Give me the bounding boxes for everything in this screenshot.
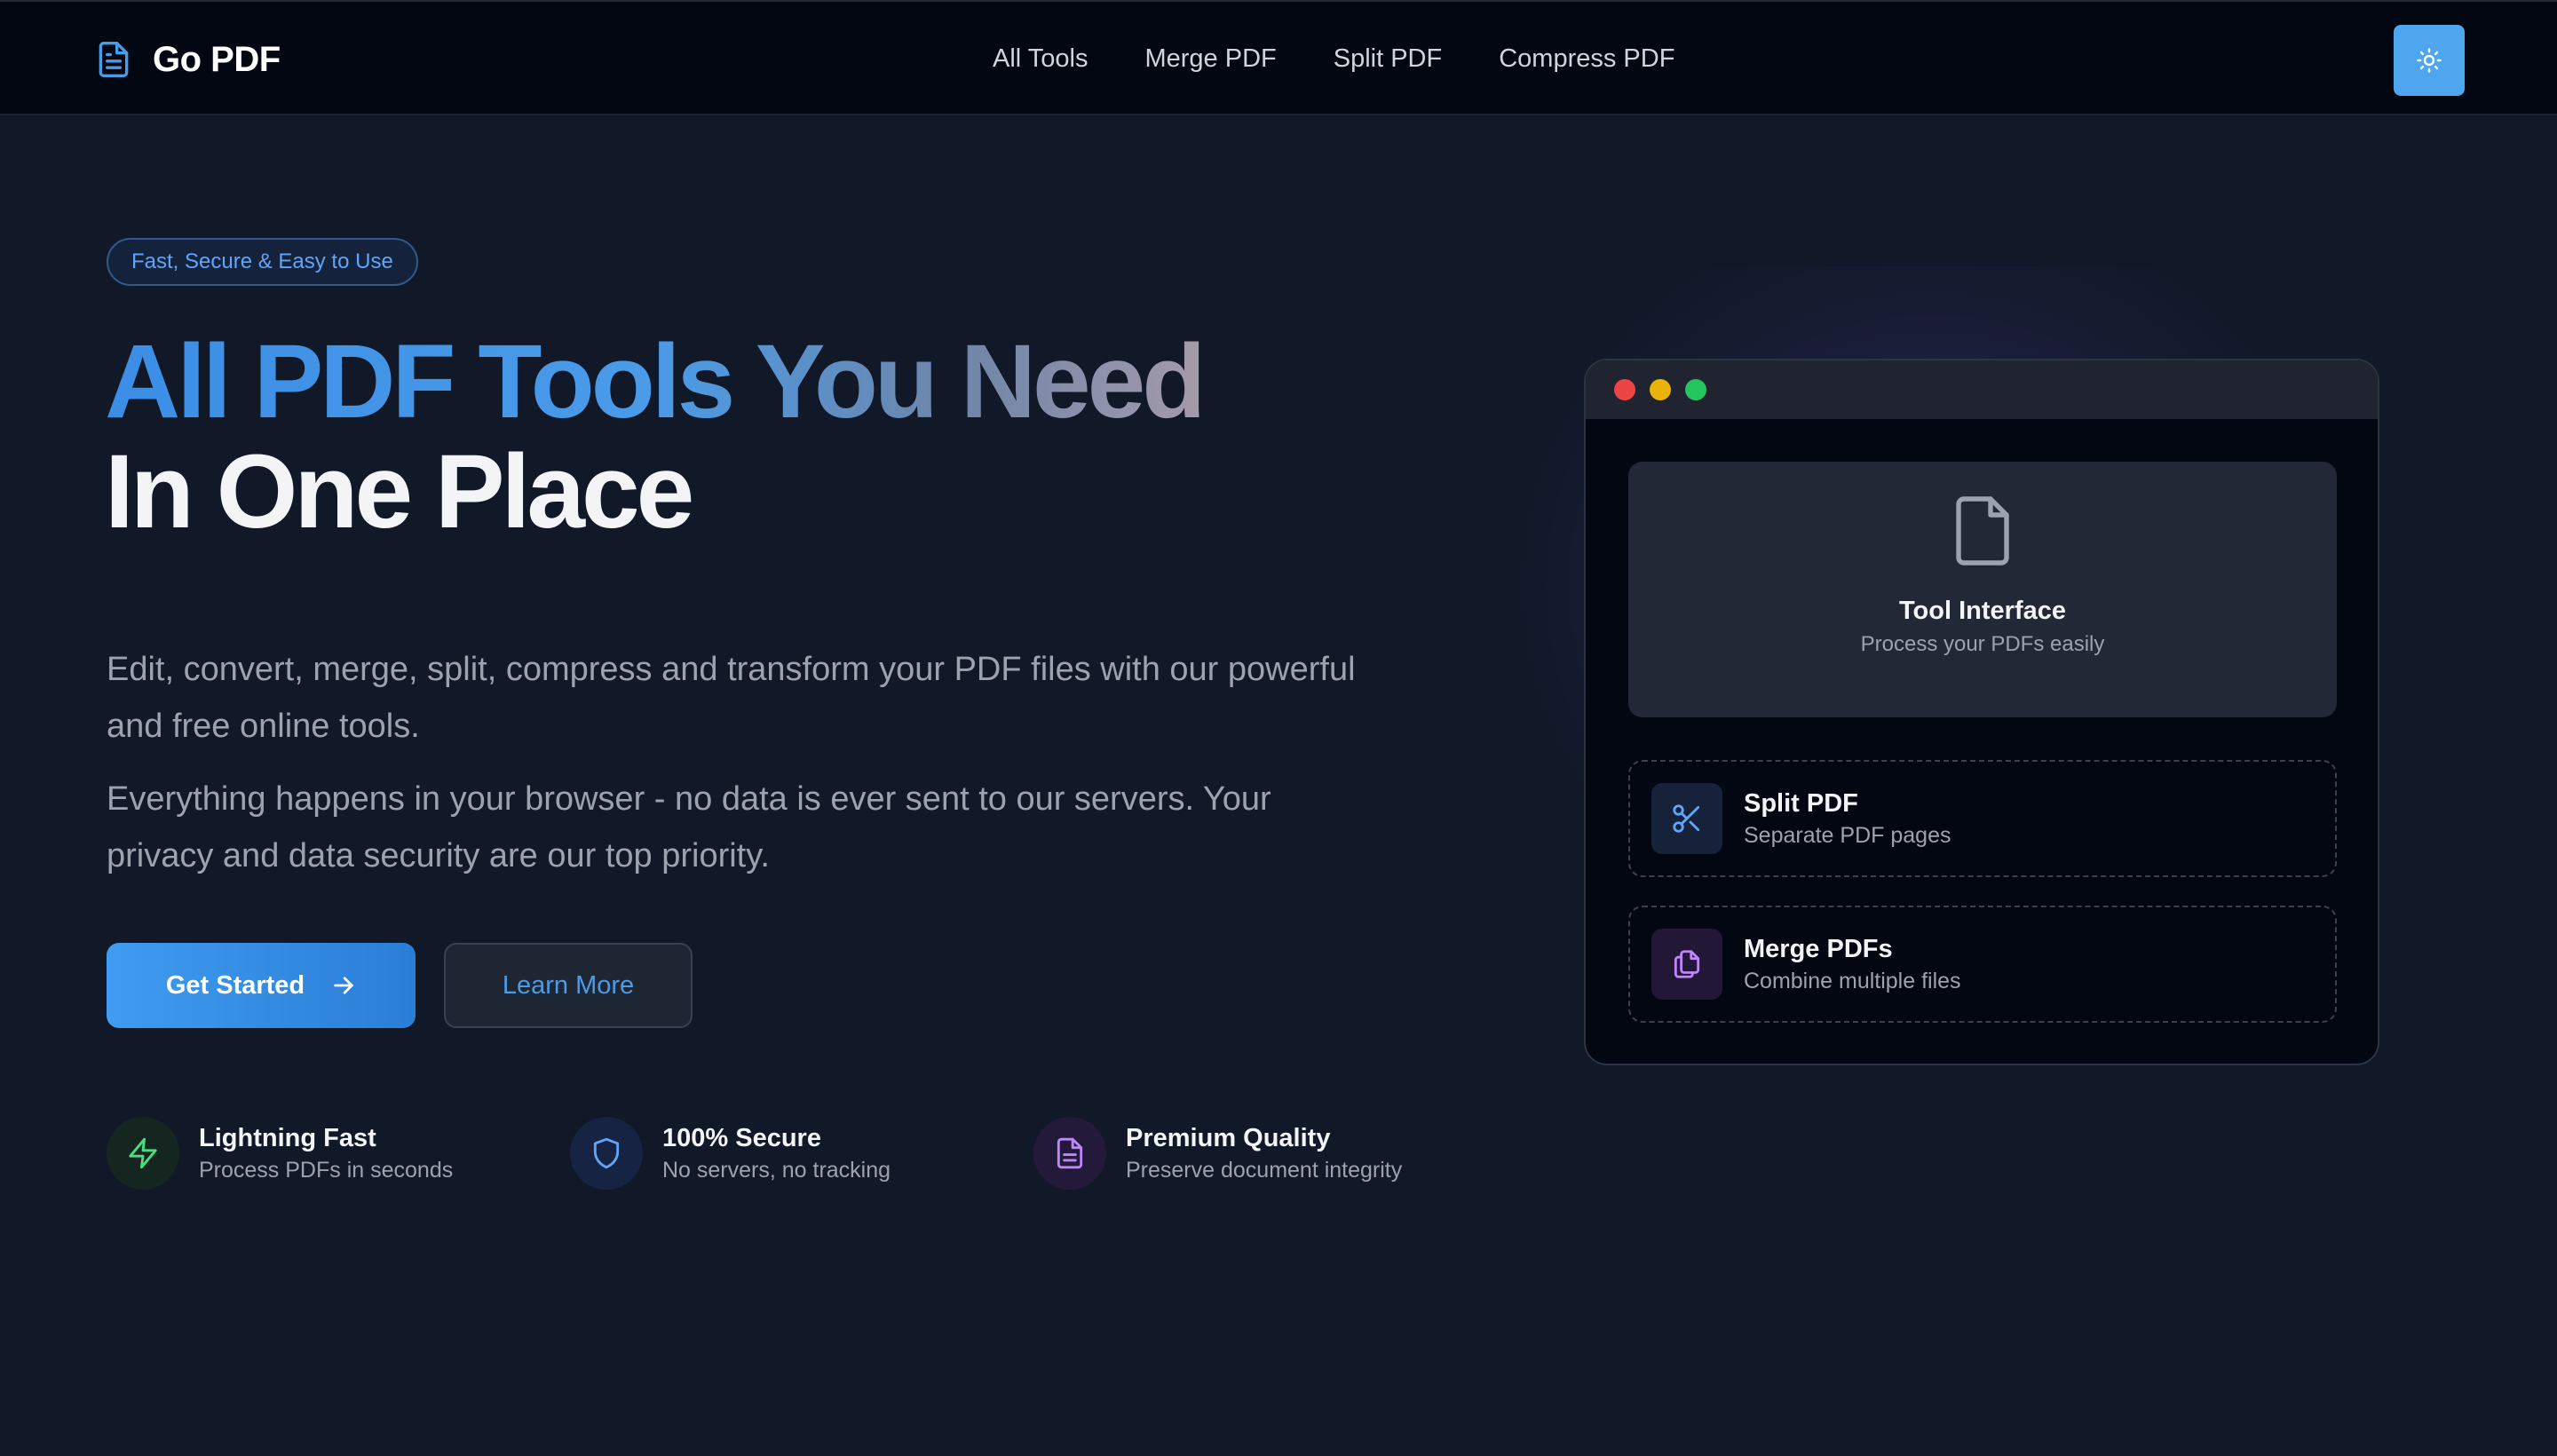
card-title: Split PDF	[1744, 789, 1858, 818]
hero-description: Edit, convert, merge, split, compress an…	[107, 651, 1356, 745]
feature-title: 100% Secure	[662, 1124, 821, 1152]
hero-title-line1: All PDF Tools You Need	[105, 323, 1206, 440]
feature-subtitle: No servers, no tracking	[662, 1158, 891, 1183]
get-started-label: Get Started	[165, 970, 305, 1000]
feature-title: Lightning Fast	[199, 1124, 376, 1152]
theme-toggle-button[interactable]	[2394, 25, 2465, 96]
hero-badge: Fast, Secure & Easy to Use	[107, 238, 418, 286]
split-pdf-card[interactable]: Split PDF Separate PDF pages	[1628, 760, 2337, 877]
feature-title: Premium Quality	[1126, 1124, 1331, 1152]
file-text-icon	[99, 42, 129, 77]
window-close-dot	[1614, 379, 1635, 400]
nav-compress-pdf[interactable]: Compress PDF	[1499, 44, 1674, 74]
window-maximize-dot	[1685, 379, 1706, 400]
get-started-button[interactable]: Get Started	[107, 943, 416, 1028]
learn-more-label: Learn More	[502, 970, 635, 1000]
shield-icon	[570, 1117, 643, 1190]
card-title: Merge PDFs	[1744, 935, 1893, 963]
sun-icon	[2417, 48, 2442, 73]
feature-secure: 100% Secure No servers, no tracking	[570, 1117, 891, 1190]
main-nav: All Tools Merge PDF Split PDF Compress P…	[993, 44, 1731, 74]
top-navbar: Go PDF All Tools Merge PDF Split PDF Com…	[0, 0, 2557, 115]
brand-logo[interactable]: Go PDF	[94, 37, 281, 82]
merge-pdfs-card[interactable]: Merge PDFs Combine multiple files	[1628, 906, 2337, 1023]
feature-subtitle: Preserve document integrity	[1126, 1158, 1403, 1183]
lightning-icon	[107, 1117, 179, 1190]
files-icon	[1651, 929, 1722, 1000]
tool-interface-subtitle: Process your PDFs easily	[1860, 632, 2105, 656]
card-subtitle: Separate PDF pages	[1744, 823, 1951, 848]
nav-merge-pdf[interactable]: Merge PDF	[1144, 44, 1276, 74]
feature-subtitle: Process PDFs in seconds	[199, 1158, 454, 1183]
document-icon	[1033, 1117, 1106, 1190]
nav-split-pdf[interactable]: Split PDF	[1334, 44, 1442, 74]
window-titlebar	[1586, 360, 2378, 419]
tool-interface-title: Tool Interface	[1899, 597, 2066, 625]
app-preview-window: Tool Interface Process your PDFs easily …	[1584, 359, 2379, 1065]
learn-more-button[interactable]: Learn More	[444, 943, 693, 1028]
tool-interface-panel: Tool Interface Process your PDFs easily	[1628, 462, 2337, 717]
window-minimize-dot	[1650, 379, 1671, 400]
feature-lightning-fast: Lightning Fast Process PDFs in seconds	[107, 1117, 453, 1190]
file-icon	[1956, 496, 2009, 566]
hero-title-line2: In One Place	[105, 433, 694, 550]
brand-name: Go PDF	[153, 39, 281, 79]
hero-title: All PDF Tools You Need In One Place	[105, 323, 1206, 550]
privacy-description: Everything happens in your browser - no …	[107, 780, 1271, 874]
nav-all-tools[interactable]: All Tools	[993, 44, 1088, 74]
feature-premium-quality: Premium Quality Preserve document integr…	[1033, 1117, 1402, 1190]
scissors-icon	[1651, 783, 1722, 854]
card-subtitle: Combine multiple files	[1744, 969, 1961, 993]
arrow-right-icon	[334, 977, 353, 994]
